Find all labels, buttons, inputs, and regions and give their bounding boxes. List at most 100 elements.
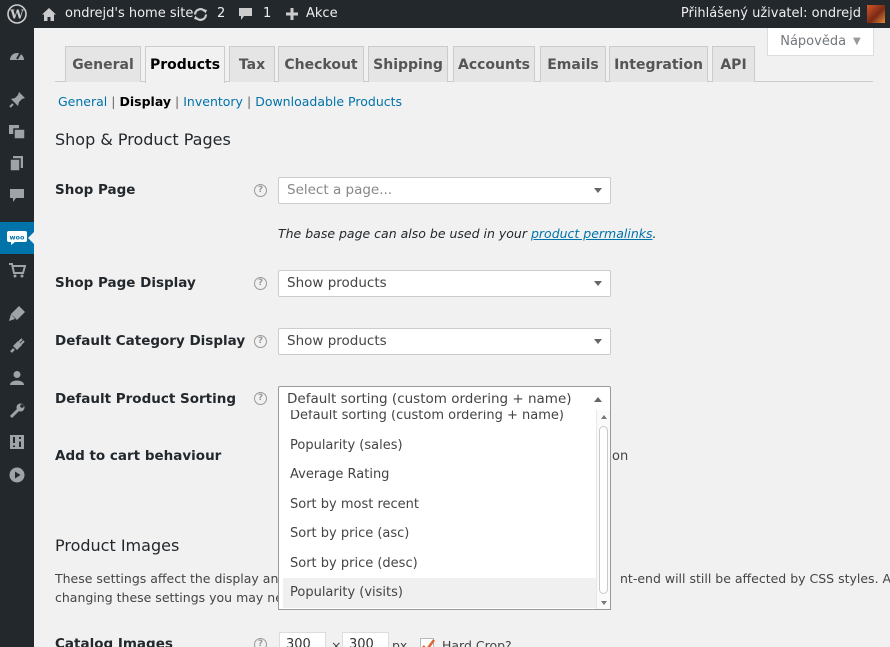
comment-icon (238, 7, 253, 21)
help-icon[interactable]: ? (254, 335, 267, 348)
site-name: ondrejd's home site (65, 6, 194, 21)
tab-checkout[interactable]: Checkout (278, 46, 364, 82)
tools-icon[interactable] (0, 394, 34, 426)
woocommerce-icon[interactable]: woo (0, 222, 35, 254)
pin-icon[interactable] (0, 83, 34, 115)
subnav-inventory[interactable]: Inventory (183, 94, 243, 109)
sub-navigation: General | Display | Inventory | Downloadable P… (58, 94, 402, 109)
default-product-sorting-select[interactable]: Default sorting (custom ordering + name) (278, 386, 611, 413)
product-images-description: These settings affect the display and di… (55, 571, 307, 586)
admin-sidebar: woo (0, 28, 35, 647)
site-name-link[interactable]: ondrejd's home site (41, 0, 193, 28)
add-to-cart-behaviour-label: Add to cart behaviour (55, 448, 222, 464)
plugins-icon[interactable] (0, 329, 34, 361)
tab-shipping[interactable]: Shipping (368, 46, 448, 82)
add-to-cart-partial-text: on (612, 449, 629, 464)
wordpress-logo-icon[interactable]: W (7, 0, 27, 28)
scroll-up-arrow-icon[interactable] (601, 415, 607, 419)
catalog-images-label: Catalog Images (55, 636, 173, 647)
help-icon[interactable]: ? (254, 392, 267, 405)
sorting-option[interactable]: Default sorting (custom ordering + name) (283, 410, 596, 431)
tab-accounts[interactable]: Accounts (453, 46, 535, 82)
section-title-product-images: Product Images (55, 536, 180, 555)
product-images-description-end: nt-end will still be affected by CSS sty… (620, 571, 890, 586)
sorting-option-highlighted[interactable]: Popularity (visits) (283, 578, 596, 608)
default-product-sorting-value: Default sorting (custom ordering + name) (287, 391, 572, 407)
default-category-display-select[interactable]: Show products (278, 328, 611, 355)
hard-crop-label: Hard Crop? (442, 638, 512, 647)
scroll-down-arrow-icon[interactable] (601, 601, 607, 605)
help-icon[interactable]: ? (254, 277, 267, 290)
new-content-label: Akce (306, 6, 338, 21)
px-unit: px (392, 638, 408, 647)
settings-icon[interactable] (0, 426, 34, 458)
shop-page-description: The base page can also be used in your p… (278, 226, 657, 241)
settings-tabs: General Products Tax Checkout Shipping A… (55, 45, 873, 83)
comments-link[interactable]: 1 (238, 0, 271, 28)
updates-link[interactable]: 2 (192, 0, 225, 28)
product-permalinks-link[interactable]: product permalinks (531, 226, 653, 241)
sorting-option[interactable]: Sort by price (asc) (283, 519, 596, 549)
tab-general[interactable]: General (65, 46, 141, 82)
tab-emails[interactable]: Emails (540, 46, 606, 82)
subnav-downloadable-products[interactable]: Downloadable Products (255, 94, 402, 109)
catalog-image-height-input[interactable]: 300 (342, 632, 389, 647)
tab-integration[interactable]: Integration (609, 46, 708, 82)
subnav-separator: | (246, 94, 252, 109)
avatar (867, 5, 885, 23)
hard-crop-checkbox[interactable] (420, 638, 435, 647)
media-icon[interactable] (0, 115, 34, 147)
dropdown-arrow-icon (594, 188, 602, 193)
sorting-dropdown-list: Default sorting (custom ordering + name)… (278, 410, 611, 610)
sorting-option[interactable]: Average Rating (283, 460, 596, 490)
svg-text:W: W (9, 8, 24, 22)
sorting-option[interactable]: Sort by most recent (283, 490, 596, 520)
scrollbar-thumb[interactable] (599, 426, 608, 594)
sorting-option[interactable]: Sort by price (desc) (283, 549, 596, 579)
sorting-option[interactable]: Popularity (sales) (283, 431, 596, 461)
default-category-display-label: Default Category Display (55, 333, 246, 349)
section-title-shop-product-pages: Shop & Product Pages (55, 130, 231, 149)
shop-page-select[interactable]: Select a page... (278, 177, 611, 204)
products-cart-icon[interactable] (0, 254, 34, 286)
help-icon[interactable]: ? (254, 184, 267, 197)
svg-text:woo: woo (10, 234, 25, 242)
subnav-separator: | (111, 94, 116, 109)
dropdown-arrow-icon (594, 281, 602, 286)
shop-page-placeholder: Select a page... (287, 182, 393, 198)
shop-page-display-value: Show products (287, 275, 387, 291)
new-content-link[interactable]: Akce (285, 0, 338, 28)
updates-count: 2 (217, 6, 226, 21)
shop-page-desc-text: The base page can also be used in your (278, 226, 531, 241)
comments-icon[interactable] (0, 179, 34, 211)
appearance-icon[interactable] (0, 297, 34, 329)
default-product-sorting-label: Default Product Sorting (55, 391, 237, 407)
tab-products[interactable]: Products (145, 46, 225, 83)
tab-tax[interactable]: Tax (229, 46, 275, 82)
plus-icon (285, 7, 299, 21)
subnav-display[interactable]: Display (119, 94, 171, 109)
tab-api[interactable]: API (712, 46, 755, 82)
shop-page-display-select[interactable]: Show products (278, 270, 611, 297)
times-sign: × (331, 638, 342, 647)
subnav-separator: | (175, 94, 180, 109)
my-account-link[interactable]: Přihlášený uživatel: ondrejd (681, 0, 885, 28)
subnav-general[interactable]: General (58, 94, 107, 109)
admin-bar: W ondrejd's home site 2 1 Akce Přihlášen… (0, 0, 890, 28)
shop-page-label: Shop Page (55, 182, 136, 198)
users-icon[interactable] (0, 362, 34, 394)
dropdown-arrow-up-icon (594, 397, 602, 402)
home-icon (41, 7, 57, 22)
shop-page-display-label: Shop Page Display (55, 275, 196, 291)
dropdown-arrow-icon (594, 339, 602, 344)
dashboard-icon[interactable] (0, 40, 34, 72)
play-icon[interactable] (0, 459, 34, 491)
default-category-display-value: Show products (287, 333, 387, 349)
user-greeting: Přihlášený uživatel: ondrejd (680, 6, 861, 21)
product-images-description-line2: changing these settings you may need t (55, 590, 308, 605)
dropdown-scrollbar[interactable] (596, 410, 610, 609)
catalog-image-width-input[interactable]: 300 (279, 632, 326, 647)
help-icon[interactable]: ? (254, 638, 267, 647)
checkmark-icon (422, 639, 435, 647)
pages-icon[interactable] (0, 147, 34, 179)
